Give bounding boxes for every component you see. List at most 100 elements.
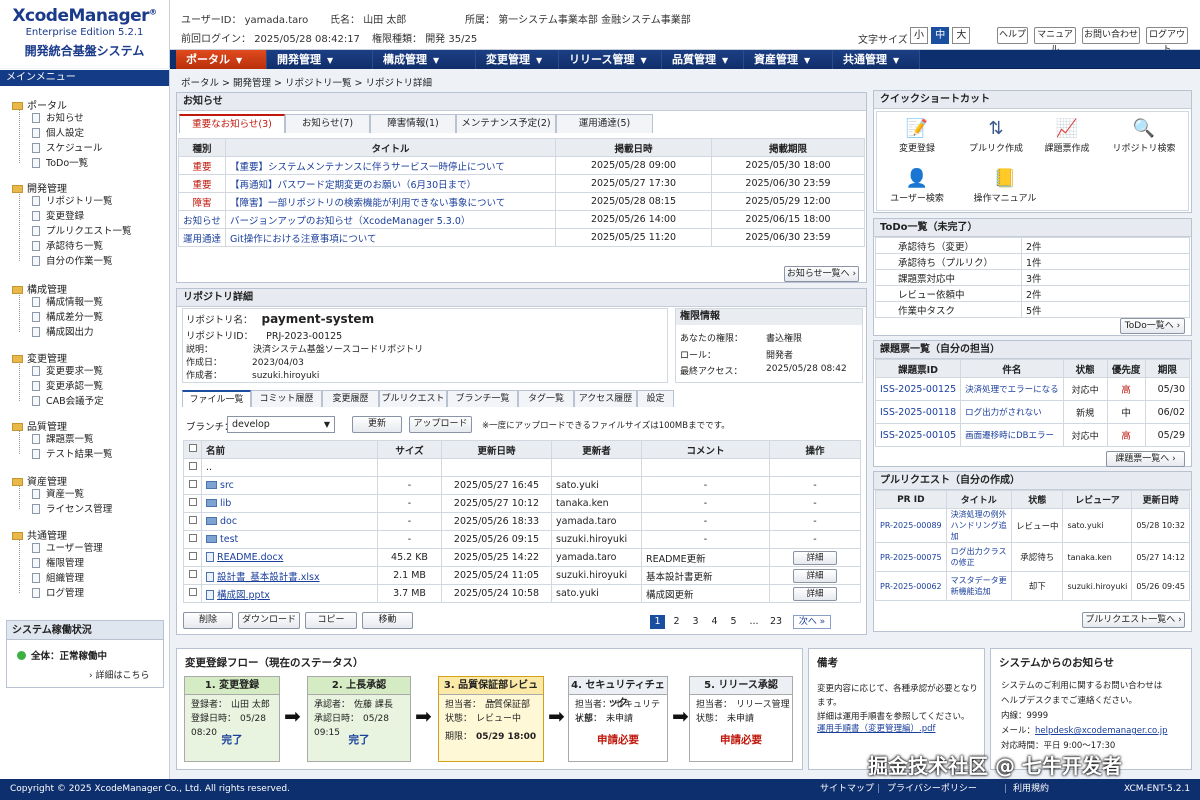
sidebar-item[interactable]: 構成情報一覧 [32, 294, 103, 308]
system-status-link[interactable]: › 詳細はこちら [7, 662, 163, 681]
row-checkbox[interactable] [188, 588, 197, 596]
flow-step-5[interactable]: 5. リリース承認 担当者： リリース管理 状態： 未申請 申請必要 [689, 676, 793, 762]
nav-change[interactable]: 変更管理 ▼ [476, 50, 559, 69]
notice-row[interactable]: 運用通達 Git操作における注意事項について 2025/05/25 11:20 202… [177, 228, 865, 247]
sidebar-item[interactable]: ユーザー管理 [32, 540, 103, 554]
pr-more-button[interactable]: プルリクエスト一覧へ › [1082, 612, 1185, 628]
file-row[interactable]: doc -2025/05/26 18:33 yamada.taro - - [183, 512, 861, 531]
repo-tab-0[interactable]: ファイル一覧 [182, 390, 251, 407]
todo-more-button[interactable]: ToDo一覧へ › [1120, 318, 1185, 334]
file-detail-button[interactable]: 詳細 [793, 550, 837, 565]
notice-row[interactable]: お知らせ バージョンアップのお知らせ（XcodeManager 5.3.0） 202… [177, 210, 865, 229]
pr-title-link[interactable]: ログ出力クラスの修正 [945, 542, 1012, 572]
page-2[interactable]: 2 [669, 615, 684, 629]
fontsize-medium[interactable]: 中 [931, 27, 950, 44]
repo-tab-7[interactable]: 設定 [637, 390, 674, 407]
issue-id-link[interactable]: ISS-2025-00118 [874, 400, 962, 424]
flow-step-1[interactable]: 1. 変更登録 登録者： 山田 太郎 登録日時： 05/28 08:20 完了 [184, 676, 280, 762]
row-checkbox[interactable] [188, 498, 197, 506]
quick-user-search[interactable]: 👤 ユーザー検索 [882, 167, 952, 204]
file-detail-button[interactable]: 詳細 [793, 586, 837, 601]
pr-row[interactable]: PR-2025-00062 マスタデータ更新機能追加 却下 suzuki.hiroyu… [875, 571, 1190, 601]
todo-row[interactable]: 課題票対応中 3件 [875, 269, 1190, 286]
memo-link[interactable]: 運用手順書（変更管理編）.pdf [817, 722, 936, 734]
issue-id-link[interactable]: ISS-2025-00105 [874, 423, 962, 447]
page-1[interactable]: 1 [650, 615, 665, 629]
pr-title-link[interactable]: 決済処理の例外ハンドリング追加 [945, 508, 1012, 543]
notice-title-link[interactable]: Git操作における注意事項について [225, 228, 557, 247]
next-page-button[interactable]: 次へ » [793, 615, 831, 629]
file-row[interactable]: 設計書_基本設計書.xlsx 2.1 MB 2025/05/24 11:05 suzu… [183, 566, 861, 585]
nav-quality[interactable]: 品質管理 ▼ [662, 50, 744, 69]
upload-button[interactable]: アップロード [409, 416, 472, 433]
todo-row[interactable]: 作業中タスク 5件 [875, 301, 1190, 318]
nav-asset[interactable]: 資産管理 ▼ [744, 50, 833, 69]
issue-row[interactable]: ISS-2025-00105 画面遷移時にDBエラー 対応中高 05/29 [874, 423, 1191, 447]
repo-tab-1[interactable]: コミット履歴 [251, 390, 322, 407]
file-row[interactable]: src -2025/05/27 16:45 sato.yuki - - [183, 476, 861, 495]
pr-title-link[interactable]: マスタデータ更新機能追加 [945, 571, 1012, 601]
flow-step-3[interactable]: 3. 品質保証部レビュー 担当者： 品質保証部 状態： レビュー中 期限： 05/29 18… [438, 676, 544, 762]
sidebar-item[interactable]: 変更要求一覧 [32, 363, 103, 377]
file-row[interactable]: .. [183, 458, 861, 477]
footer-terms[interactable]: 利用規約 [1013, 779, 1049, 800]
issues-more-button[interactable]: 課題票一覧へ › [1106, 451, 1185, 467]
file-row[interactable]: 構成図.pptx 3.7 MB 2025/05/24 10:58 sato.yuki 構… [183, 584, 861, 603]
file-row[interactable]: test -2025/05/26 09:15 suzuki.hiroyuki - - [183, 530, 861, 549]
todo-row[interactable]: 承認待ち（変更） 2件 [875, 237, 1190, 254]
issue-row[interactable]: ISS-2025-00125 決済処理でエラーになる 対応中高 05/30 [874, 377, 1191, 401]
refresh-button[interactable]: 更新 [352, 416, 402, 433]
row-checkbox[interactable] [188, 462, 197, 470]
fontsize-large[interactable]: 大 [952, 27, 971, 44]
app-logo[interactable]: XcodeManager® Enterprise Edition 5.2.1 開… [0, 0, 170, 68]
notice-tab-incident[interactable]: 障害情報(1) [370, 114, 456, 133]
pr-id-link[interactable]: PR-2025-00075 [875, 542, 947, 572]
sidebar-item[interactable]: 課題票一覧 [32, 431, 94, 445]
sidebar-item[interactable]: 構成図出力 [32, 324, 94, 338]
nav-portal[interactable]: ポータル ▼ [176, 50, 267, 69]
sidebar-item[interactable]: プルリクエスト一覧 [32, 223, 132, 237]
file-row[interactable]: lib -2025/05/27 10:12 tanaka.ken - - [183, 494, 861, 513]
notice-title-link[interactable]: 【障害】一部リポジトリの検索機能が利用できない事象について [225, 192, 557, 211]
page-3[interactable]: 3 [688, 615, 703, 629]
file-detail-button[interactable]: 詳細 [793, 568, 837, 583]
help-button[interactable]: ヘルプ [997, 27, 1028, 44]
move-button[interactable]: 移動 [362, 612, 413, 629]
row-checkbox[interactable] [188, 516, 197, 524]
notice-title-link[interactable]: 【再通知】パスワード定期変更のお願い（6月30日まで） [225, 174, 557, 193]
repo-tab-6[interactable]: アクセス履歴 [574, 390, 637, 407]
todo-row[interactable]: レビュー依頼中 2件 [875, 285, 1190, 302]
file-name-link[interactable]: .. [206, 462, 212, 473]
quick-repo-search[interactable]: 🔍 リポジトリ検索 [1103, 117, 1185, 154]
sidebar-item[interactable]: CAB会議予定 [32, 393, 104, 407]
notice-row[interactable]: 障害 【障害】一部リポジトリの検索機能が利用できない事象について 2025/05/2… [177, 192, 865, 211]
sidebar-item[interactable]: 組織管理 [32, 570, 84, 584]
logout-button[interactable]: ログアウト [1146, 27, 1188, 55]
file-name-link[interactable]: lib [220, 498, 231, 509]
quick-change-register[interactable]: 📝 変更登録 [882, 117, 952, 154]
repo-tab-5[interactable]: タグ一覧 [518, 390, 574, 407]
notice-title-link[interactable]: 【重要】システムメンテナンスに伴うサービス一時停止について [225, 156, 557, 175]
nav-config[interactable]: 構成管理 ▼ [373, 50, 476, 69]
notice-row[interactable]: 重要 【再通知】パスワード定期変更のお願い（6月30日まで） 2025/05/27 … [177, 174, 865, 193]
pr-id-link[interactable]: PR-2025-00089 [875, 508, 947, 543]
notice-tab-ops[interactable]: 運用通達(5) [556, 114, 653, 133]
sidebar-item[interactable]: 権限管理 [32, 555, 84, 569]
delete-button[interactable]: 削除 [183, 612, 233, 629]
notice-tab-info[interactable]: お知らせ(7) [285, 114, 370, 133]
copy-button[interactable]: コピー [305, 612, 357, 629]
footer-privacy[interactable]: プライバシーポリシー [887, 779, 977, 800]
notice-title-link[interactable]: バージョンアップのお知らせ（XcodeManager 5.3.0） [225, 210, 557, 229]
repo-tab-2[interactable]: 変更履歴 [322, 390, 379, 407]
sidebar-item[interactable]: スケジュール [32, 140, 102, 154]
quick-issue-create[interactable]: 📈 課題票作成 [1032, 117, 1102, 154]
row-checkbox[interactable] [188, 570, 197, 578]
flow-step-2[interactable]: 2. 上長承認 承認者： 佐藤 課長 承認日時： 05/28 09:15 完了 [307, 676, 411, 762]
nav-release[interactable]: リリース管理 ▼ [559, 50, 662, 69]
branch-select[interactable]: develop ▼ [227, 416, 335, 433]
pr-id-link[interactable]: PR-2025-00062 [875, 571, 947, 601]
issue-id-link[interactable]: ISS-2025-00125 [874, 377, 962, 401]
sidebar-item[interactable]: テスト結果一覧 [32, 446, 113, 460]
page-4[interactable]: 4 [707, 615, 722, 629]
issue-subject[interactable]: ログ出力がされない [960, 400, 1064, 424]
